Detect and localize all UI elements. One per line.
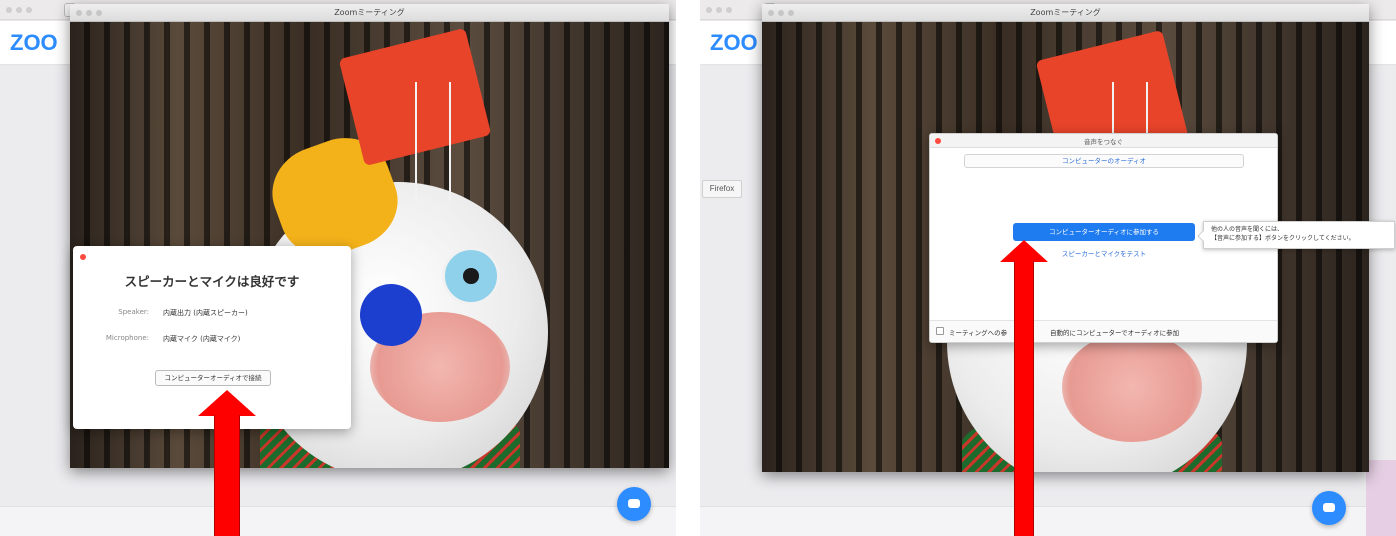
zoom-logo[interactable]: ZOO <box>710 30 758 56</box>
auto-join-audio-checkbox[interactable] <box>936 327 944 335</box>
connect-computer-audio-button[interactable]: コンピューターオーディオで接続 <box>155 370 271 386</box>
zoom-logo[interactable]: ZOO <box>10 30 58 56</box>
meeting-titlebar: Zoomミーティング <box>762 4 1369 22</box>
meeting-window-title: Zoomミーティング <box>334 8 405 17</box>
window-minimize-dot-icon[interactable] <box>16 7 22 13</box>
tooltip-line-1: 他の人の音声を聞くには、 <box>1211 226 1284 233</box>
window-zoom-dot-icon[interactable] <box>26 7 32 13</box>
tooltip-line-2: 【音声に参加する】ボタンをクリックしてください。 <box>1211 235 1355 242</box>
meeting-window-title: Zoomミーティング <box>1030 8 1101 17</box>
chat-icon[interactable] <box>1312 491 1346 525</box>
auto-join-audio-label: ミーティングへの参 <box>949 329 1008 337</box>
red-pointer-arrow <box>1000 240 1048 262</box>
speaker-label: Speaker: <box>118 308 149 316</box>
doll-white-ropes <box>415 82 451 202</box>
join-computer-audio-button[interactable]: コンピューターオーディオに参加する <box>1013 223 1195 241</box>
window-close-dot-icon[interactable] <box>706 7 712 13</box>
browser-footer <box>700 506 1396 536</box>
background-page-edge <box>1366 460 1396 536</box>
speaker-value: 内蔵出力 (内蔵スピーカー) <box>163 309 248 317</box>
red-pointer-arrow <box>198 390 256 416</box>
doll-cheek <box>1062 332 1202 442</box>
tab-computer-audio[interactable]: コンピューターのオーディオ <box>964 154 1244 168</box>
red-pointer-arrow-shaft <box>214 415 240 536</box>
window-close-dot-icon[interactable] <box>6 7 12 13</box>
join-audio-titlebar: 音声をつなぐ <box>930 134 1277 148</box>
doll-eye <box>442 247 500 305</box>
window-minimize-dot-icon[interactable] <box>716 7 722 13</box>
dialog-close-dot-icon[interactable] <box>80 254 86 260</box>
join-audio-footer: ミーティングへの参 自動的にコンピューターでオーディオに参加 <box>930 320 1277 342</box>
join-audio-tooltip: 他の人の音声を聞くには、 【音声に参加する】ボタンをクリックしてください。 <box>1197 221 1395 249</box>
meeting-titlebar: Zoomミーティング <box>70 4 669 22</box>
microphone-value: 内蔵マイク (内蔵マイク) <box>163 335 241 343</box>
chat-icon[interactable] <box>617 487 651 521</box>
doll-blue-spot <box>360 284 422 346</box>
browser-footer <box>0 506 676 536</box>
join-audio-title: 音声をつなぐ <box>1084 138 1123 146</box>
red-pointer-arrow-shaft <box>1014 261 1034 536</box>
dialog-heading: スピーカーとマイクは良好です <box>124 274 300 289</box>
left-screenshot-panel: ZOO Zoomミーティング スピーカーとマイクは良好です Speaker: 内… <box>0 0 676 536</box>
auto-join-audio-label-tail: 自動的にコンピューターでオーディオに参加 <box>1050 329 1180 337</box>
firefox-button[interactable]: Firefox <box>702 180 742 198</box>
microphone-label: Microphone: <box>105 334 149 342</box>
window-zoom-dot-icon[interactable] <box>726 7 732 13</box>
